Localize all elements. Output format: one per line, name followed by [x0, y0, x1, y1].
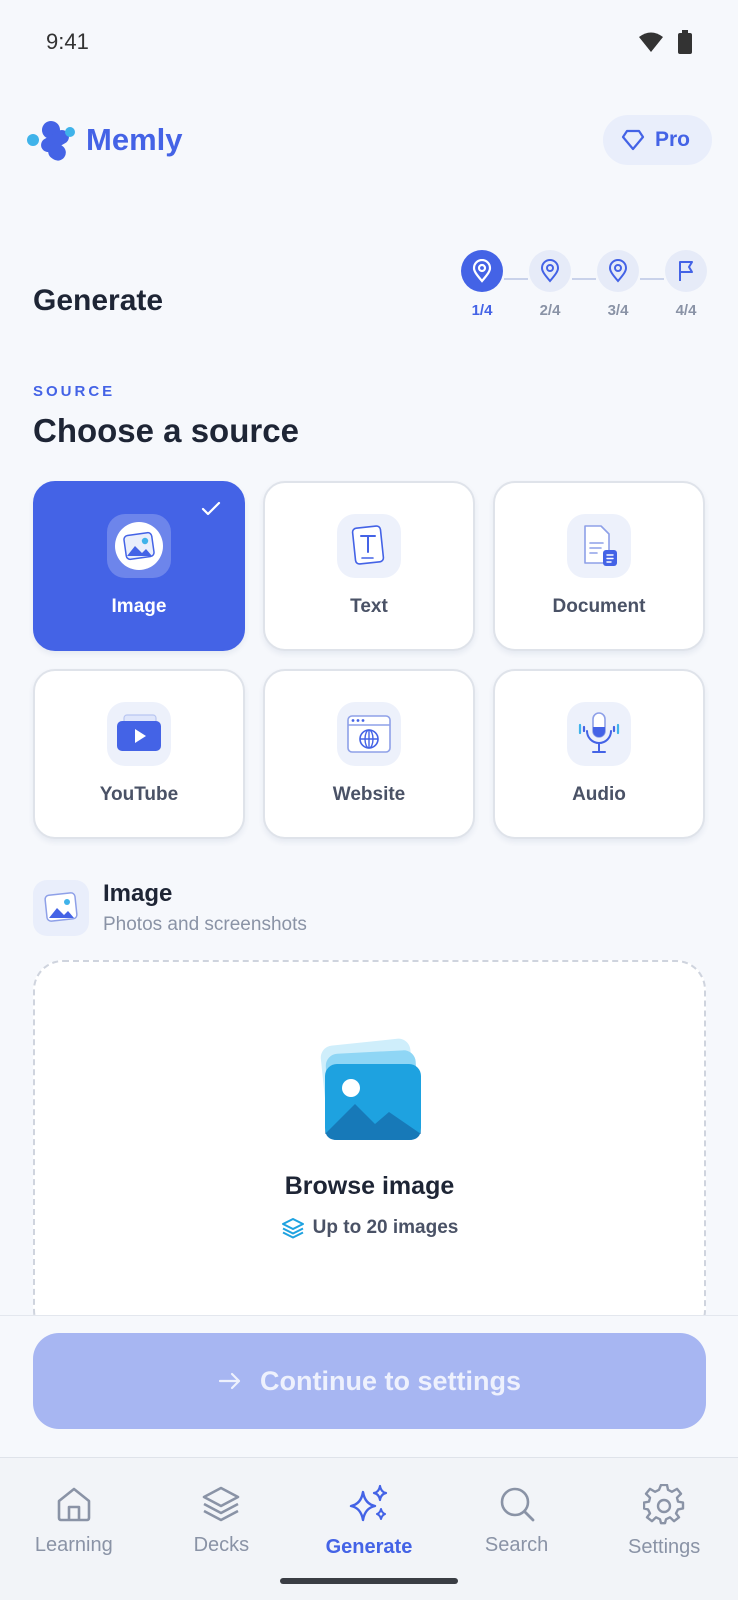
tab-search[interactable]: Search — [447, 1458, 587, 1600]
home-indicator — [280, 1578, 458, 1584]
home-icon — [57, 1487, 91, 1522]
source-option-label: Audio — [572, 784, 626, 805]
tab-decks[interactable]: Decks — [151, 1458, 291, 1600]
check-icon — [201, 501, 221, 516]
tab-label: Decks — [193, 1534, 250, 1556]
selected-source-text: Image Photos and screenshots — [103, 880, 307, 936]
step-circle — [597, 250, 639, 292]
app-name: Memly — [86, 122, 183, 157]
step-connector — [640, 278, 664, 280]
source-option-label: Document — [552, 596, 646, 617]
section-heading: Choose a source — [33, 412, 299, 449]
image-icon — [33, 880, 89, 936]
browse-image-limit-text: Up to 20 images — [312, 1217, 459, 1238]
selected-source-title: Image — [103, 880, 173, 907]
layers-icon — [281, 1218, 304, 1239]
step-label: 4/4 — [675, 302, 697, 319]
flag-icon — [679, 261, 693, 281]
image-dropzone[interactable]: Browse image Up to 20 images — [33, 960, 706, 1340]
tab-label: Learning — [34, 1534, 113, 1556]
progress-stepper: 1/4 2/4 3/4 4/4 — [460, 250, 708, 319]
pro-label: Pro — [654, 128, 690, 151]
battery-icon — [678, 30, 692, 54]
source-option-image[interactable]: Image — [33, 481, 245, 651]
tab-learning[interactable]: Learning — [4, 1458, 144, 1600]
step-circle — [529, 250, 571, 292]
title-row: Generate 1/4 2/4 3/4 4/4 — [33, 250, 708, 330]
step-3: 3/4 — [596, 250, 640, 319]
status-bar: 9:41 — [0, 0, 738, 84]
search-icon — [500, 1487, 534, 1522]
step-label: 3/4 — [607, 302, 629, 319]
brand: Memly — [26, 118, 182, 162]
continue-button[interactable]: Continue to settings — [33, 1333, 706, 1429]
app-header: Memly Pro — [26, 110, 712, 170]
section-label: SOURCE — [33, 383, 116, 400]
step-label: 1/4 — [471, 302, 493, 319]
layers-icon — [203, 1486, 240, 1522]
source-option-label: Image — [111, 596, 167, 617]
gallery-icon — [320, 1038, 421, 1140]
continue-bar: Continue to settings — [0, 1315, 738, 1457]
step-label: 2/4 — [539, 302, 561, 319]
page-title: Generate — [33, 284, 164, 317]
source-option-label: Website — [332, 784, 406, 805]
source-option-text[interactable]: Text — [263, 481, 475, 651]
tab-label: Settings — [628, 1536, 701, 1558]
selected-source-info: Image Photos and screenshots — [33, 880, 307, 936]
text-icon — [337, 514, 401, 578]
tab-settings[interactable]: Settings — [594, 1458, 734, 1600]
map-pin-icon — [472, 259, 492, 283]
step-2: 2/4 — [528, 250, 572, 319]
map-pin-icon — [608, 259, 628, 283]
wifi-icon — [639, 32, 663, 52]
step-circle — [461, 250, 503, 292]
continue-label: Continue to settings — [260, 1365, 521, 1396]
source-grid: Image Text Document YouTube Website Audi… — [33, 481, 706, 839]
tab-label: Generate — [325, 1536, 413, 1558]
youtube-icon — [107, 702, 171, 766]
source-option-label: Text — [350, 596, 388, 617]
selected-source-subtitle: Photos and screenshots — [103, 914, 307, 935]
document-icon — [567, 514, 631, 578]
gear-icon — [643, 1484, 685, 1525]
step-circle — [665, 250, 707, 292]
website-icon — [337, 702, 401, 766]
status-time: 9:41 — [46, 29, 89, 54]
diamond-icon — [621, 129, 645, 151]
step-connector — [572, 278, 596, 280]
source-option-website[interactable]: Website — [263, 669, 475, 839]
step-connector — [504, 278, 528, 280]
source-option-label: YouTube — [99, 784, 179, 805]
microphone-icon — [567, 702, 631, 766]
map-pin-icon — [540, 259, 560, 283]
source-option-document[interactable]: Document — [493, 481, 705, 651]
step-1: 1/4 — [460, 250, 504, 319]
memly-logo-icon — [27, 121, 75, 161]
browse-image-title: Browse image — [284, 1172, 455, 1200]
source-option-audio[interactable]: Audio — [493, 669, 705, 839]
arrow-right-icon — [218, 1372, 241, 1390]
step-4: 4/4 — [664, 250, 708, 319]
pro-button[interactable]: Pro — [602, 115, 712, 165]
status-icons — [638, 30, 692, 54]
browse-image-limit: Up to 20 images — [281, 1217, 459, 1239]
image-icon — [107, 514, 171, 578]
sparkles-icon — [349, 1484, 388, 1522]
source-option-youtube[interactable]: YouTube — [33, 669, 245, 839]
tab-label: Search — [484, 1534, 549, 1556]
